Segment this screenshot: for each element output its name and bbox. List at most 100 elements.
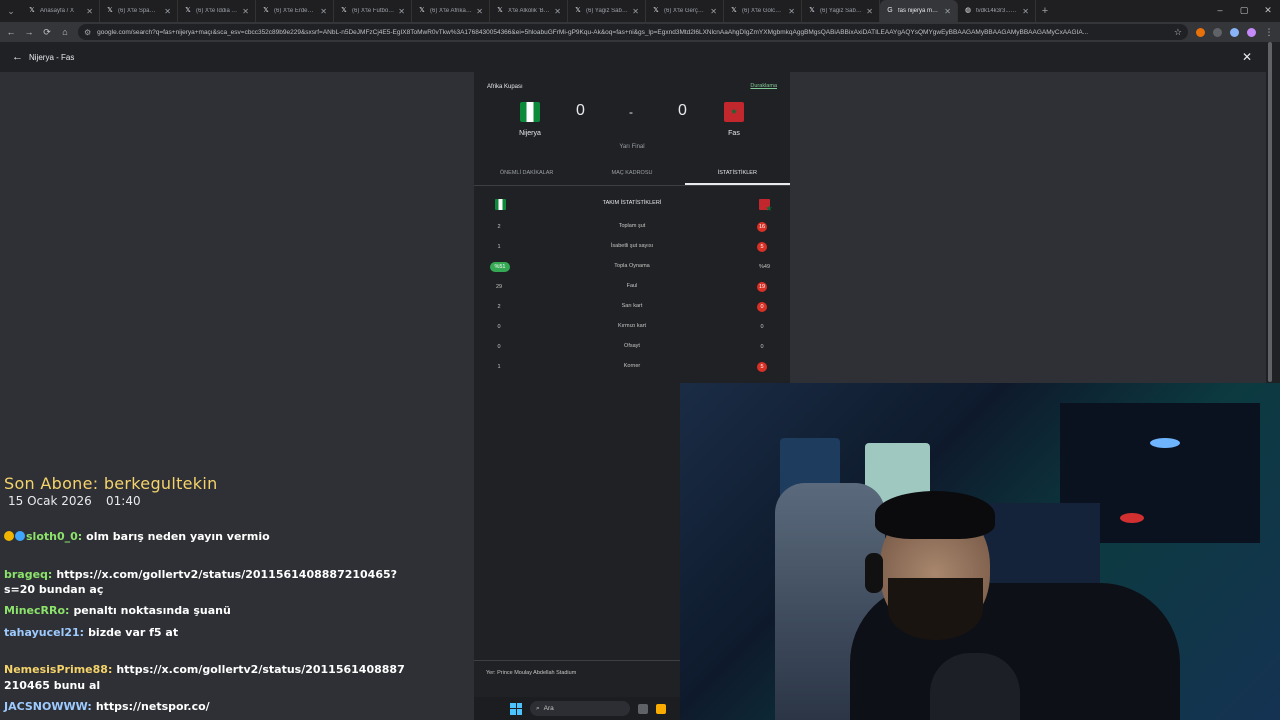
browser-tab[interactable]: 𝕏 (6) X'te Afrika Futbo... ✕ [412,0,490,22]
address-bar[interactable]: ⚙ google.com/search?q=fas+nijerya+maçı&s… [78,24,1188,40]
match-tab[interactable]: ÖNEMLİ DAKİKALAR [474,162,579,185]
taskbar-app-icon[interactable] [638,703,648,714]
venue-text: Yer: Prince Moulay Abdellah Stadium [486,670,577,676]
morocco-mini-flag-icon [759,199,779,219]
browser-tab[interactable]: 𝕏 (6) Yagiz Sabuncuo...✕ [568,0,646,22]
close-tab-icon[interactable]: ✕ [398,7,405,16]
close-tab-icon[interactable]: ✕ [710,7,717,16]
window-controls: – ▢ ✕ [1208,0,1280,22]
chat-text: s=20 bundan aç [4,583,104,596]
stat-label: Ofsayt [624,343,640,349]
browser-tab[interactable]: ◍ tvdk14k3r3...1666... ✕ [958,0,1036,22]
profile-avatar[interactable] [1247,27,1256,37]
browser-tab[interactable]: 𝕏 (6) X'te Golcern Cup... ✕ [724,0,802,22]
close-tab-icon[interactable]: ✕ [632,7,639,16]
file-explorer-icon[interactable] [656,703,666,714]
tab-title: tvdk14k3r3...1666... [976,8,1018,14]
tab-title: fas nijerya maçı - G... [898,8,941,14]
chat-text: bizde var f5 at [88,626,179,639]
away-team[interactable]: Fas [704,102,764,137]
browser-tab-strip: ⌄ 𝕏Anasayfa / X✕𝕏(6) X'te Spamc Tim...✕𝕏… [0,0,1280,22]
stat-label: Sarı kart [621,303,643,309]
windows-start-icon[interactable] [510,702,522,715]
browser-tab[interactable]: 𝕏 (6) X'te Gerçek Arch... ✕ [646,0,724,22]
close-tab-icon[interactable]: ✕ [554,7,561,16]
browser-tab[interactable]: 𝕏 (6) Yagiz Sabuncuo...✕ [802,0,880,22]
home-icon[interactable]: ⌂ [60,27,70,37]
stat-row: 29 Faul 19 [474,280,790,294]
downloads-icon[interactable] [1230,27,1239,37]
browser-tab[interactable]: 𝕏 (6) X'te Iddia Anlat...✕ [178,0,256,22]
chat-message: 210465 bunu al [4,679,100,692]
x-logo-icon: 𝕏 [29,7,35,14]
match-stage: Yarı Final [619,144,645,150]
close-tab-icon[interactable]: ✕ [86,7,93,16]
chat-message: sloth0_0: olm barış neden yayın vermio [4,530,270,543]
chat-message: brageq: https://x.com/gollertv2/status/20… [4,568,397,581]
close-tab-icon[interactable]: ✕ [320,7,327,16]
bookmark-star-icon[interactable]: ☆ [1174,27,1182,38]
browser-tab[interactable]: 𝕏 (6) X'te Futbol do Bra...✕ [334,0,412,22]
overlay-date: 15 Ocak 2026 [8,494,92,508]
follow-link[interactable]: Duraklama [750,83,777,89]
search-icon: ⌕ [536,704,540,712]
nigeria-flag-icon [520,102,540,122]
menu-kebab-icon[interactable]: ⋮ [1264,27,1274,38]
home-team[interactable]: Nijerya [500,102,560,137]
x-logo-icon: 𝕏 [497,7,503,14]
stat-row: 1 İsabetli şut sayısı 5 [474,240,790,254]
away-stat-value: %49 [759,264,771,270]
back-icon[interactable]: ← [6,27,16,37]
browser-tab[interactable]: 𝕏 Anasayfa / X ✕ [22,0,100,22]
page-title: Nijerya - Fas [29,52,75,62]
close-tab-icon[interactable]: ✕ [1022,7,1029,16]
back-arrow-icon[interactable]: ← [12,51,23,63]
morocco-flag-icon [724,102,744,122]
away-stat-value: 0 [757,302,767,312]
stat-row: 2 Toplam şut 16 [474,220,790,234]
extension-puzzle-icon[interactable] [1213,27,1222,37]
scrollbar[interactable] [1268,42,1272,382]
match-tab[interactable]: İSTATİSTİKLER [684,162,790,185]
match-tab[interactable]: MAÇ KADROSU [579,162,684,185]
stat-row: 0 Ofsayt 0 [474,340,790,354]
x-logo-icon: 𝕏 [263,7,269,14]
new-tab-icon[interactable]: + [1036,5,1054,17]
tab-title: (6) X'te Spamc Tim... [118,8,160,14]
reload-icon[interactable]: ⟳ [42,27,52,38]
tab-title: (6) X'te Afrika Futbo... [430,8,472,14]
browser-tab[interactable]: 𝕏 X'te Alkolik 'Bir... ✕ [490,0,568,22]
subscriber-badge-icon [4,531,14,541]
tab-title: (6) X'te Golcern Cup... [742,8,784,14]
chat-username: brageq: [4,568,53,581]
forward-icon[interactable]: → [24,27,34,37]
browser-tab[interactable]: 𝕏 (6) X'te Spamc Tim... ✕ [100,0,178,22]
browser-tab[interactable]: 𝕏 (6) X'te Erdem Akku... ✕ [256,0,334,22]
taskbar: ⌕ Ara [474,697,680,720]
google-icon: G [887,7,893,14]
close-tab-icon[interactable]: ✕ [866,7,873,16]
minimize-icon[interactable]: – [1208,0,1232,22]
close-tab-icon[interactable]: ✕ [788,7,795,16]
chat-message: tahayucel21: bizde var f5 at [4,626,178,639]
close-tab-icon[interactable]: ✕ [476,7,483,16]
url-text[interactable]: google.com/search?q=fas+nijerya+maçı&sca… [97,29,1168,36]
taskbar-search[interactable]: ⌕ Ara [530,701,630,716]
site-info-icon[interactable]: ⚙ [84,28,91,37]
tab-title: Anasayfa / X [40,8,75,14]
chat-text: olm barış neden yayın vermio [86,530,270,543]
x-logo-icon: 𝕏 [731,7,737,14]
close-icon[interactable]: ✕ [1242,50,1252,64]
close-window-icon[interactable]: ✕ [1256,0,1280,22]
extension-icon[interactable] [1196,27,1205,37]
close-tab-icon[interactable]: ✕ [164,7,171,16]
tab-search-icon[interactable]: ⌄ [0,0,22,22]
tab-title: (6) X'te Erdem Akku... [274,8,316,14]
close-tab-icon[interactable]: ✕ [242,7,249,16]
tab-title: (6) X'te Gerçek Arch... [664,8,706,14]
maximize-icon[interactable]: ▢ [1232,0,1256,22]
away-stat-value: 16 [757,222,768,232]
close-tab-icon[interactable]: ✕ [944,7,951,16]
x-logo-icon: 𝕏 [107,7,113,14]
browser-tab[interactable]: Gfas nijerya maçı - G...✕ [880,0,958,22]
